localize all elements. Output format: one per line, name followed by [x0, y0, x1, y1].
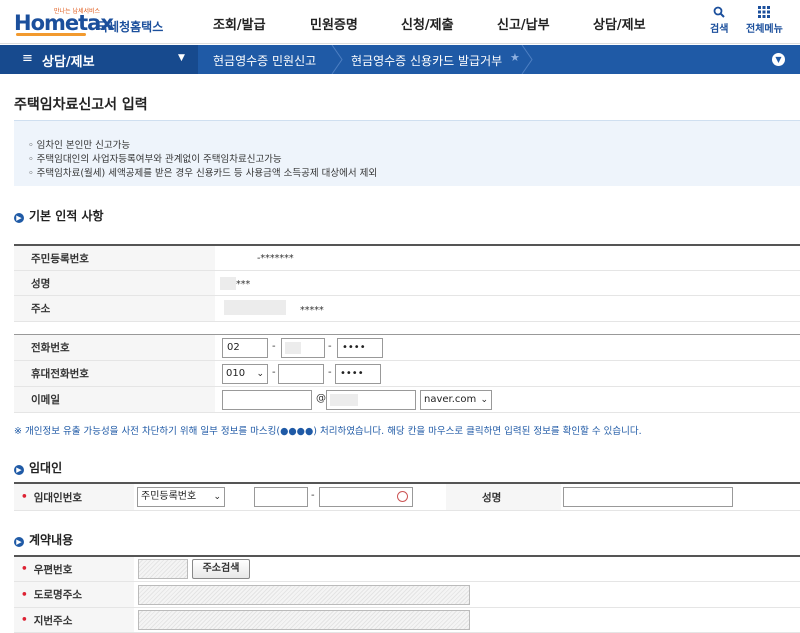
- all-menu-label: 전체메뉴: [746, 24, 783, 35]
- value-address: *****: [300, 305, 324, 316]
- top-header: 만나는 납세서비스 Hometax 국세청홈택스 조회/발급 민원증명 신청/제…: [0, 0, 800, 44]
- row-email: 이메일 @ naver.com ⌄: [14, 387, 800, 413]
- row-mobile: 휴대전화번호 010 ⌄ - - ••••: [14, 361, 800, 387]
- chevron-right-icon: ▶: [14, 213, 24, 223]
- chevron-down-icon: ⌄: [480, 395, 488, 405]
- mobile-prefix-select[interactable]: 010 ⌄: [222, 364, 268, 384]
- mobile-last-input[interactable]: ••••: [335, 364, 381, 384]
- chevron-right-icon: ▶: [14, 465, 24, 475]
- value-name: ***: [236, 279, 251, 290]
- notice-box: ◦ 임차인 본인만 신고가능 ◦ 주택임대인의 사업자등록여부와 관계없이 주택…: [14, 120, 800, 186]
- favorite-star-icon[interactable]: ★: [510, 51, 520, 64]
- row-landlord-id: • 임대인번호 주민등록번호 ⌄ - 성명: [14, 484, 800, 511]
- breadcrumb-item-cash-receipt[interactable]: 현금영수증 민원신고: [213, 52, 316, 69]
- logo-korean: 국세청홈택스: [97, 20, 164, 34]
- expand-circle-icon[interactable]: ▼: [772, 53, 785, 66]
- label-address: 주소: [14, 296, 215, 321]
- notice-item: ◦ 주택임대인의 사업자등록여부와 관계없이 주택임차료신고가능: [28, 154, 282, 165]
- search-icon: [710, 6, 728, 20]
- email-domain-input[interactable]: [326, 390, 416, 410]
- chevron-separator-icon: [331, 45, 343, 74]
- section-title-contract: ▶ 계약내용: [14, 531, 73, 548]
- phone-last-input[interactable]: ••••: [337, 338, 383, 358]
- label-road-address: • 도로명주소: [14, 582, 134, 607]
- chevron-down-icon: ⌄: [213, 492, 221, 502]
- email-id-input[interactable]: [222, 390, 312, 410]
- landlord-id-back-input[interactable]: [319, 487, 413, 507]
- breadcrumb-menu-dropdown[interactable]: ≡ 상담/제보 ▼: [0, 45, 198, 74]
- dash: -: [272, 367, 276, 378]
- label-phone: 전화번호: [14, 335, 215, 360]
- nav-report-pay[interactable]: 신고/납부: [497, 14, 550, 33]
- search-button[interactable]: 검색: [710, 6, 728, 35]
- caret-down-icon: ▼: [178, 53, 185, 63]
- email-domain-select[interactable]: naver.com ⌄: [420, 390, 492, 410]
- breadcrumb-bar: ≡ 상담/제보 ▼ 현금영수증 민원신고 현금영수증 신용카드 발급거부 ★ ▼: [0, 45, 800, 74]
- privacy-note: ※ 개인정보 유출 가능성을 사전 차단하기 위해 일부 정보를 마스킹(●●●…: [14, 426, 642, 437]
- required-marker: •: [21, 563, 28, 575]
- dash: -: [328, 367, 332, 378]
- all-menu-button[interactable]: 전체메뉴: [746, 6, 783, 35]
- notice-item: ◦ 주택임차료(월세) 세액공제를 받은 경우 신용카드 등 사용금액 소득공제…: [28, 168, 378, 179]
- dash: -: [328, 341, 332, 352]
- landlord-id-type-select[interactable]: 주민등록번호 ⌄: [137, 487, 225, 507]
- logo-swoosh: [16, 33, 86, 36]
- page-title: 주택임차료신고서 입력: [14, 97, 148, 113]
- nav-apply[interactable]: 신청/제출: [401, 14, 454, 33]
- nav-certificate[interactable]: 민원증명: [310, 14, 358, 33]
- section-title-basic: ▶ 기본 인적 사항: [14, 207, 104, 224]
- label-lot-address: • 지번주소: [14, 608, 134, 632]
- row-phone: 전화번호 02 - - ••••: [14, 335, 800, 361]
- mobile-middle-input[interactable]: [278, 364, 324, 384]
- row-name: 성명 ***: [14, 271, 800, 296]
- row-lot-address: • 지번주소: [14, 608, 800, 633]
- nav-inquiry[interactable]: 조회/발급: [213, 14, 266, 33]
- label-landlord-id: • 임대인번호: [14, 484, 134, 510]
- label-zip: • 우편번호: [14, 557, 134, 581]
- label-mobile: 휴대전화번호: [14, 361, 215, 386]
- chevron-separator-icon: [521, 45, 533, 74]
- email-at-sign: @: [316, 393, 326, 404]
- row-address: 주소 *****: [14, 296, 800, 322]
- breadcrumb-item-card-refusal[interactable]: 현금영수증 신용카드 발급거부: [351, 52, 502, 69]
- required-marker: •: [21, 588, 28, 601]
- road-address-input[interactable]: [138, 585, 470, 605]
- breadcrumb-menu-label: 상담/제보: [42, 55, 95, 70]
- value-rrn: -*******: [257, 253, 294, 264]
- chevron-down-icon: ⌄: [256, 369, 264, 379]
- phone-middle-input[interactable]: [281, 338, 325, 358]
- dash: -: [272, 341, 276, 352]
- required-marker: •: [21, 491, 28, 503]
- masked-block: [224, 300, 286, 315]
- label-email: 이메일: [14, 387, 215, 412]
- row-road-address: • 도로명주소: [14, 582, 800, 608]
- label-landlord-name: 성명: [446, 484, 561, 510]
- address-search-button[interactable]: 주소검색: [192, 559, 250, 579]
- zip-input[interactable]: [138, 559, 188, 579]
- dash: -: [311, 490, 315, 501]
- landlord-id-front-input[interactable]: [254, 487, 308, 507]
- section-title-landlord: ▶ 임대인: [14, 459, 62, 476]
- hamburger-icon: ≡: [22, 51, 33, 66]
- row-zip: • 우편번호 주소검색: [14, 557, 800, 582]
- row-rrn: 주민등록번호 -*******: [14, 246, 800, 271]
- masked-block: [220, 277, 236, 290]
- label-name: 성명: [14, 271, 215, 295]
- hometax-logo[interactable]: 만나는 납세서비스 Hometax 국세청홈택스: [14, 6, 164, 38]
- search-label: 검색: [710, 24, 729, 35]
- nav-consult[interactable]: 상담/제보: [593, 14, 646, 33]
- required-marker: •: [21, 614, 28, 626]
- landlord-name-input[interactable]: [563, 487, 733, 507]
- notice-item: ◦ 임차인 본인만 신고가능: [28, 140, 131, 151]
- label-rrn: 주민등록번호: [14, 246, 215, 270]
- grid-menu-icon: [746, 6, 783, 20]
- phone-area-input[interactable]: 02: [222, 338, 268, 358]
- secure-keypad-icon[interactable]: [397, 491, 408, 502]
- chevron-right-icon: ▶: [14, 537, 24, 547]
- lot-address-input[interactable]: [138, 610, 470, 630]
